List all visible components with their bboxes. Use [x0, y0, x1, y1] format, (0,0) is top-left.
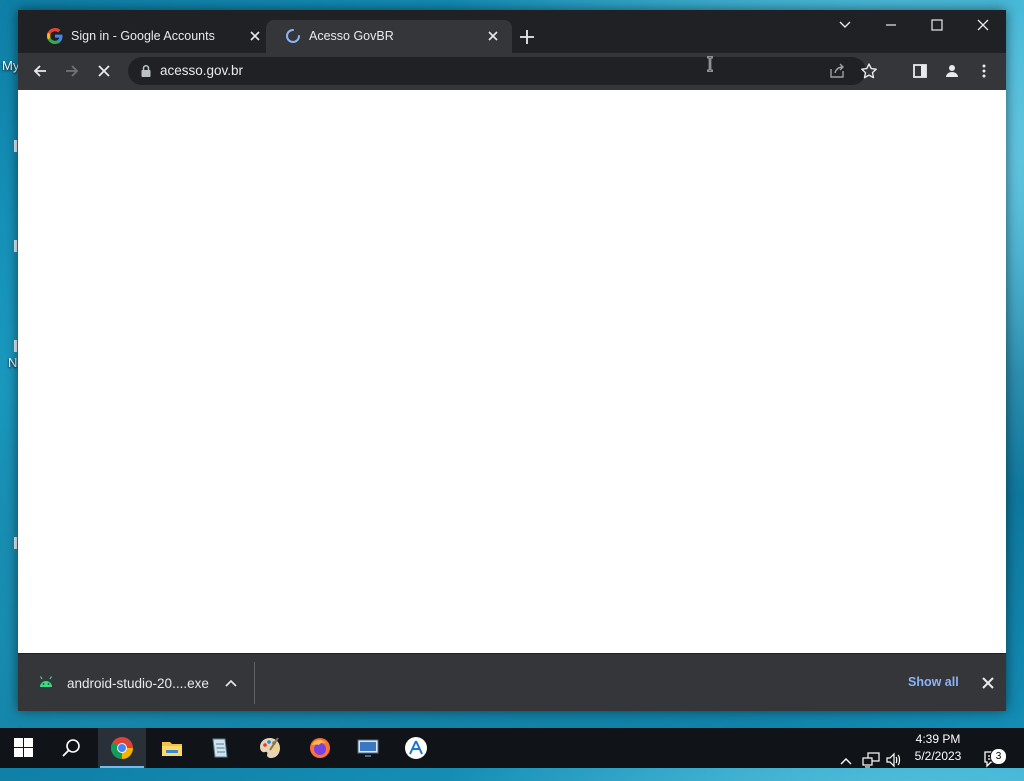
tab-title: Sign in - Google Accounts: [71, 29, 215, 43]
desktop-icon-fragment: [14, 140, 17, 152]
chrome-icon: [111, 737, 133, 759]
star-icon[interactable]: [858, 61, 880, 81]
close-download-shelf-icon[interactable]: [979, 674, 997, 692]
show-all-downloads-button[interactable]: Show all: [908, 675, 959, 689]
kebab-menu-icon: [982, 64, 986, 78]
search-icon: [62, 739, 80, 757]
system-clock[interactable]: 4:39 PM 5/2/2023: [903, 731, 973, 765]
clock-time: 4:39 PM: [915, 732, 961, 746]
browser-toolbar: acesso.gov.br: [18, 53, 1006, 90]
text-cursor-icon: [707, 56, 713, 72]
page-content[interactable]: [18, 90, 1006, 653]
taskbar: 4:39 PM 5/2/2023: [0, 728, 1024, 768]
side-panel-button[interactable]: [906, 57, 934, 85]
download-file-name: android-studio-20....exe: [67, 676, 209, 691]
app-store-icon: [405, 737, 427, 759]
stop-x-icon: [98, 65, 110, 77]
start-button[interactable]: [0, 728, 48, 768]
taskbar-paint-app[interactable]: [246, 728, 294, 768]
minimize-icon: [886, 24, 896, 26]
android-icon: [39, 676, 53, 687]
side-panel-icon: [913, 64, 927, 78]
arrow-left-icon: [33, 65, 46, 77]
address-bar[interactable]: acesso.gov.br: [128, 57, 877, 85]
close-window-button[interactable]: [960, 10, 1006, 40]
profile-icon: [946, 65, 958, 77]
taskbar-app-store[interactable]: [392, 728, 440, 768]
tab-acesso-govbr[interactable]: Acesso GovBR: [266, 20, 512, 53]
desktop-icon-label[interactable]: My: [2, 58, 19, 73]
lock-icon[interactable]: [140, 64, 152, 78]
forward-button[interactable]: [58, 57, 86, 85]
paint-palette-icon: [260, 737, 280, 758]
close-tab-icon[interactable]: [484, 27, 502, 45]
new-tab-plus-icon[interactable]: [516, 26, 538, 48]
notification-count-badge: 3: [990, 748, 1007, 765]
maximize-button[interactable]: [914, 10, 960, 40]
taskbar-file-explorer[interactable]: [148, 728, 196, 768]
profile-button[interactable]: [938, 57, 966, 85]
arrow-right-icon: [66, 65, 79, 77]
taskbar-network-app[interactable]: [344, 728, 392, 768]
maximize-icon: [931, 19, 943, 31]
windows-logo-icon: [14, 738, 33, 757]
folder-icon: [162, 742, 182, 756]
desktop-icon-fragment: [14, 537, 17, 549]
menu-button[interactable]: [970, 57, 998, 85]
chrome-window: Sign in - Google Accounts Acesso GovBR a…: [18, 10, 1006, 711]
download-item[interactable]: android-studio-20....exe: [18, 654, 254, 711]
tab-search-button[interactable]: [822, 10, 868, 40]
taskbar-notepad-app[interactable]: [196, 728, 244, 768]
google-g-icon: [47, 28, 63, 44]
search-button[interactable]: [48, 728, 96, 768]
minimize-button[interactable]: [868, 10, 914, 40]
network-icon[interactable]: [862, 740, 880, 780]
notepad-icon: [212, 738, 228, 758]
chevron-down-icon: [839, 21, 851, 28]
desktop-icon-label[interactable]: N: [8, 355, 17, 370]
divider: [254, 662, 255, 704]
share-icon[interactable]: [826, 61, 848, 81]
tab-strip: Sign in - Google Accounts Acesso GovBR: [18, 10, 1006, 53]
firefox-icon: [310, 738, 330, 758]
chevron-up-icon[interactable]: [224, 676, 238, 690]
close-tab-icon[interactable]: [246, 27, 264, 45]
remote-desktop-icon: [357, 739, 379, 757]
stop-loading-button[interactable]: [90, 57, 118, 85]
taskbar-firefox[interactable]: [296, 728, 344, 768]
back-button[interactable]: [26, 57, 54, 85]
tab-google-sign-in[interactable]: Sign in - Google Accounts: [28, 20, 274, 53]
download-shelf: android-studio-20....exe Show all: [18, 653, 1006, 711]
desktop-icon-fragment: [14, 240, 17, 252]
desktop-icon-fragment: [14, 340, 17, 352]
taskbar-chrome[interactable]: [98, 728, 146, 768]
close-icon: [977, 19, 989, 31]
volume-icon[interactable]: [885, 740, 903, 780]
loading-spinner-icon: [286, 29, 300, 43]
tab-title: Acesso GovBR: [309, 29, 394, 43]
clock-date: 5/2/2023: [914, 749, 962, 763]
url-text[interactable]: acesso.gov.br: [160, 63, 243, 78]
show-hidden-icons-chevron-icon[interactable]: [839, 741, 853, 781]
